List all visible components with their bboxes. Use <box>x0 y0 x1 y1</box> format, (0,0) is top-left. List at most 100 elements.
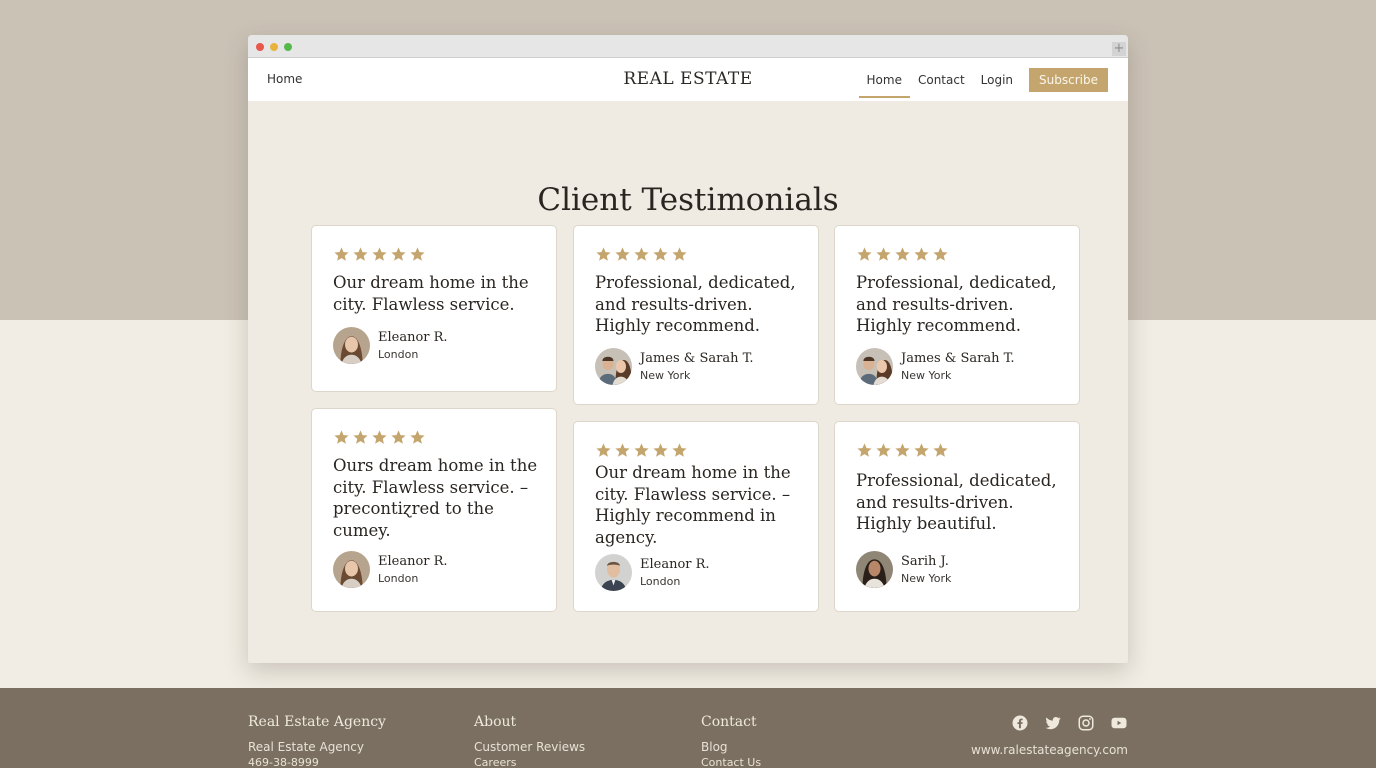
twitter-icon[interactable] <box>1044 714 1062 732</box>
star-icon <box>914 247 929 261</box>
star-icon <box>895 247 910 261</box>
footer-link-contact-us[interactable]: Contact Us <box>701 756 761 768</box>
avatar <box>333 327 370 364</box>
maximize-window-button[interactable] <box>284 43 292 51</box>
nav-link-login[interactable]: Login <box>981 73 1013 87</box>
testimonial-author: Eleanor R. London <box>595 554 710 591</box>
author-location: London <box>378 571 419 585</box>
star-icon <box>372 430 387 444</box>
testimonial-quote: Our dream home in the city. Flawless ser… <box>333 273 529 314</box>
author-name: Eleanor R. <box>640 556 710 572</box>
author-name: Eleanor R. <box>378 553 448 569</box>
star-icon <box>353 430 368 444</box>
author-name: James & Sarah T. <box>640 350 754 366</box>
social-links <box>1011 714 1128 732</box>
star-icon <box>410 247 425 261</box>
star-icon <box>410 430 425 444</box>
star-icon <box>634 247 649 261</box>
author-location: New York <box>640 368 691 382</box>
page-title: Client Testimonials <box>537 182 839 218</box>
star-icon <box>391 247 406 261</box>
star-icon <box>857 443 872 457</box>
avatar <box>333 551 370 588</box>
star-icon <box>672 443 687 457</box>
star-icon <box>596 247 611 261</box>
star-rating <box>595 246 688 263</box>
window-titlebar: + <box>248 35 1128 58</box>
subscribe-button[interactable]: Subscribe <box>1029 68 1108 92</box>
testimonial-card: Professional, dedicated, and results-dri… <box>834 421 1080 612</box>
nav-link-contact[interactable]: Contact <box>918 73 965 87</box>
plus-icon[interactable]: + <box>1112 42 1126 56</box>
testimonial-card: Professional, dedicated, and results-dri… <box>834 225 1080 405</box>
star-icon <box>914 443 929 457</box>
testimonial-card: Our dream home in the city. Flawless ser… <box>311 225 557 392</box>
star-rating <box>856 246 949 263</box>
avatar <box>595 554 632 591</box>
minimize-window-button[interactable] <box>270 43 278 51</box>
star-icon <box>933 247 948 261</box>
testimonial-card: Professional, dedicated, and results-dri… <box>573 225 819 405</box>
footer-column-about: About Customer Reviews Careers <box>474 714 585 768</box>
site-navbar: Home REAL ESTATE Home Contact Login Subs… <box>248 58 1128 101</box>
nav-menu: Home Contact Login Subscribe <box>858 68 1108 98</box>
star-icon <box>596 443 611 457</box>
close-window-button[interactable] <box>256 43 264 51</box>
testimonial-quote: Professional, dedicated, and results-dri… <box>595 273 796 335</box>
browser-window: + Home REAL ESTATE Home Contact Login Su… <box>248 35 1128 663</box>
testimonial-card: Our dream home in the city. Flawless ser… <box>573 421 819 612</box>
facebook-icon[interactable] <box>1011 714 1029 732</box>
testimonial-quote: Ourꜱ dream home in the city. Flawless se… <box>333 456 538 540</box>
star-icon <box>672 247 687 261</box>
star-rating <box>333 246 426 263</box>
star-icon <box>653 443 668 457</box>
avatar <box>856 551 893 588</box>
nav-link-home[interactable]: Home <box>858 73 911 98</box>
star-icon <box>876 247 891 261</box>
author-name: James & Sarah T. <box>901 350 1015 366</box>
star-icon <box>615 443 630 457</box>
footer-heading: Real Estate Agency <box>248 714 386 730</box>
footer-column-agency: Real Estate Agency Real Estate Agency 46… <box>248 714 386 768</box>
star-icon <box>876 443 891 457</box>
star-icon <box>653 247 668 261</box>
youtube-icon[interactable] <box>1110 714 1128 732</box>
footer-column-contact: Contact Blog Contact Us <box>701 714 761 768</box>
footer-link-careers[interactable]: Careers <box>474 756 585 768</box>
footer-phone: 469-38-8999 <box>248 756 319 768</box>
footer-website-link[interactable]: www.ralestateagency.com <box>971 743 1128 757</box>
star-icon <box>895 443 910 457</box>
star-icon <box>857 247 872 261</box>
avatar <box>595 348 632 385</box>
site-footer: Real Estate Agency Real Estate Agency 46… <box>0 688 1376 768</box>
star-icon <box>634 443 649 457</box>
author-name: Sarih J. <box>901 553 949 569</box>
star-icon <box>334 430 349 444</box>
testimonial-quote: Professional, dedicated, and results-dri… <box>856 273 1057 335</box>
author-location: London <box>640 574 681 588</box>
footer-agency-name: Real Estate Agency <box>248 740 364 754</box>
footer-heading: Contact <box>701 714 757 730</box>
testimonial-quote: Professional, dedicated, and results-dri… <box>856 471 1057 533</box>
testimonial-author: Eleanor R. London <box>333 327 448 364</box>
star-rating <box>856 442 949 459</box>
footer-link-customer-reviews[interactable]: Customer Reviews <box>474 740 585 754</box>
star-icon <box>933 443 948 457</box>
author-location: New York <box>901 368 952 382</box>
testimonial-quote: Our dream home in the city. Flawless ser… <box>595 463 791 547</box>
star-icon <box>353 247 368 261</box>
testimonial-author: James & Sarah T. New York <box>856 348 1015 385</box>
testimonial-author: Sarih J. New York <box>856 551 951 588</box>
star-rating <box>595 442 688 459</box>
nav-home-left-link[interactable]: Home <box>267 72 302 86</box>
star-icon <box>615 247 630 261</box>
instagram-icon[interactable] <box>1077 714 1095 732</box>
author-name: Eleanor R. <box>378 329 448 345</box>
star-icon <box>334 247 349 261</box>
avatar <box>856 348 893 385</box>
star-icon <box>372 247 387 261</box>
star-rating <box>333 429 426 446</box>
footer-heading: About <box>474 714 517 730</box>
testimonial-author: James & Sarah T. New York <box>595 348 754 385</box>
footer-link-blog[interactable]: Blog <box>701 740 761 754</box>
